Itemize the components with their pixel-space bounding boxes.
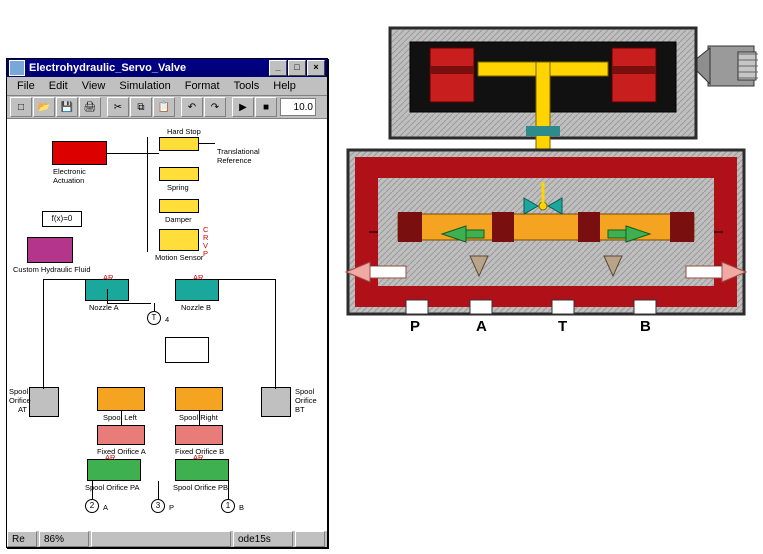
cut-button[interactable]: ✂ xyxy=(107,97,129,117)
status-ready: Re xyxy=(7,531,37,547)
pin-ar-nozzle-b: AR xyxy=(193,273,203,282)
status-progress: 86% xyxy=(39,531,89,547)
menu-format[interactable]: Format xyxy=(179,79,226,93)
undo-button[interactable]: ↶ xyxy=(181,97,203,117)
label-electronic-actuation: ElectronicActuation xyxy=(53,167,86,185)
block-spool-right[interactable] xyxy=(175,387,223,411)
block-t-port[interactable]: T xyxy=(147,311,161,325)
label-num4: 4 xyxy=(165,315,169,324)
menu-help[interactable]: Help xyxy=(267,79,302,93)
pin-p: P xyxy=(203,249,208,258)
diagram-canvas[interactable]: ElectronicActuation Hard Stop Translatio… xyxy=(7,119,327,530)
valve-port-a: A xyxy=(476,318,487,335)
menu-view[interactable]: View xyxy=(76,79,112,93)
status-spacer xyxy=(91,531,231,547)
block-spool-orifice-pb[interactable] xyxy=(175,459,229,481)
block-spool-orifice-bt[interactable] xyxy=(261,387,291,417)
valve-illustration: P A T B xyxy=(338,0,758,340)
menu-simulation[interactable]: Simulation xyxy=(113,79,176,93)
label-spool-orifice-pa: Spool Orifice PA xyxy=(85,483,139,492)
block-nozzle-b[interactable] xyxy=(175,279,219,301)
valve-port-p: P xyxy=(410,318,420,335)
label-nozzle-a: Nozzle A xyxy=(89,303,119,312)
minimize-button[interactable]: _ xyxy=(269,60,287,76)
valve-port-b: B xyxy=(640,318,651,335)
label-custom-fluid: Custom Hydraulic Fluid xyxy=(13,265,91,274)
label-spool-orifice-pb: Spool Orifice PB xyxy=(173,483,228,492)
label-spool-orifice-at: SpoolOrificeAT xyxy=(9,387,27,414)
titlebar[interactable]: Electrohydraulic_Servo_Valve _ □ × xyxy=(7,59,327,77)
block-fixed-orifice-b[interactable] xyxy=(175,425,223,445)
app-icon xyxy=(9,60,25,76)
label-hard-stop: Hard Stop xyxy=(167,127,201,136)
new-button[interactable]: □ xyxy=(10,97,32,117)
copy-button[interactable]: ⧉ xyxy=(130,97,152,117)
open-button[interactable]: 📂 xyxy=(33,97,55,117)
stop-time-field[interactable] xyxy=(280,98,316,116)
block-mid-sensor[interactable] xyxy=(165,337,209,363)
block-damper[interactable] xyxy=(159,199,199,213)
start-sim-button[interactable]: ▶ xyxy=(232,97,254,117)
block-port-a[interactable]: 2 xyxy=(85,499,99,513)
status-solver: ode15s xyxy=(233,531,293,547)
menu-edit[interactable]: Edit xyxy=(43,79,74,93)
window-title: Electrohydraulic_Servo_Valve xyxy=(29,62,269,74)
label-port-a: A xyxy=(103,503,108,512)
block-fixed-orifice-a[interactable] xyxy=(97,425,145,445)
menu-file[interactable]: File xyxy=(11,79,41,93)
block-spool-orifice-at[interactable] xyxy=(29,387,59,417)
redo-button[interactable]: ↷ xyxy=(204,97,226,117)
block-fx0[interactable]: f(x)=0 xyxy=(42,211,82,227)
save-button[interactable]: 💾 xyxy=(56,97,78,117)
label-spring: Spring xyxy=(167,183,189,192)
close-button[interactable]: × xyxy=(307,60,325,76)
menu-tools[interactable]: Tools xyxy=(228,79,266,93)
paste-button[interactable]: 📋 xyxy=(153,97,175,117)
label-port-b: B xyxy=(239,503,244,512)
pin-ar-pa: AR xyxy=(105,453,115,462)
pin-ar-nozzle-a: AR xyxy=(103,273,113,282)
label-spool-left: Spool Left xyxy=(103,413,137,422)
label-damper: Damper xyxy=(165,215,192,224)
label-trans-ref: TranslationalReference xyxy=(217,147,260,165)
block-custom-fluid[interactable] xyxy=(27,237,73,263)
label-spool-orifice-bt: SpoolOrificeBT xyxy=(295,387,317,414)
maximize-button[interactable]: □ xyxy=(288,60,306,76)
stop-sim-button[interactable]: ■ xyxy=(255,97,277,117)
block-port-p[interactable]: 3 xyxy=(151,499,165,513)
block-spool-left[interactable] xyxy=(97,387,145,411)
block-spring[interactable] xyxy=(159,167,199,181)
simulink-window: Electrohydraulic_Servo_Valve _ □ × File … xyxy=(6,58,328,548)
print-button[interactable]: 🖨 xyxy=(79,97,101,117)
block-hard-stop[interactable] xyxy=(159,137,199,151)
pin-ar-pb: AR xyxy=(193,453,203,462)
toolbar: □ 📂 💾 🖨 ✂ ⧉ 📋 ↶ ↷ ▶ ■ xyxy=(7,96,327,119)
status-tail xyxy=(295,531,325,547)
block-electronic-actuation[interactable] xyxy=(52,141,107,165)
statusbar: Re 86% ode15s xyxy=(7,530,327,547)
valve-port-t: T xyxy=(558,318,567,335)
menubar: File Edit View Simulation Format Tools H… xyxy=(7,77,327,96)
block-spool-orifice-pa[interactable] xyxy=(87,459,141,481)
label-nozzle-b: Nozzle B xyxy=(181,303,211,312)
label-port-p: P xyxy=(169,503,174,512)
block-motion-sensor[interactable] xyxy=(159,229,199,251)
block-port-b[interactable]: 1 xyxy=(221,499,235,513)
label-motion-sensor: Motion Sensor xyxy=(155,253,203,262)
connector-icon xyxy=(690,46,758,86)
